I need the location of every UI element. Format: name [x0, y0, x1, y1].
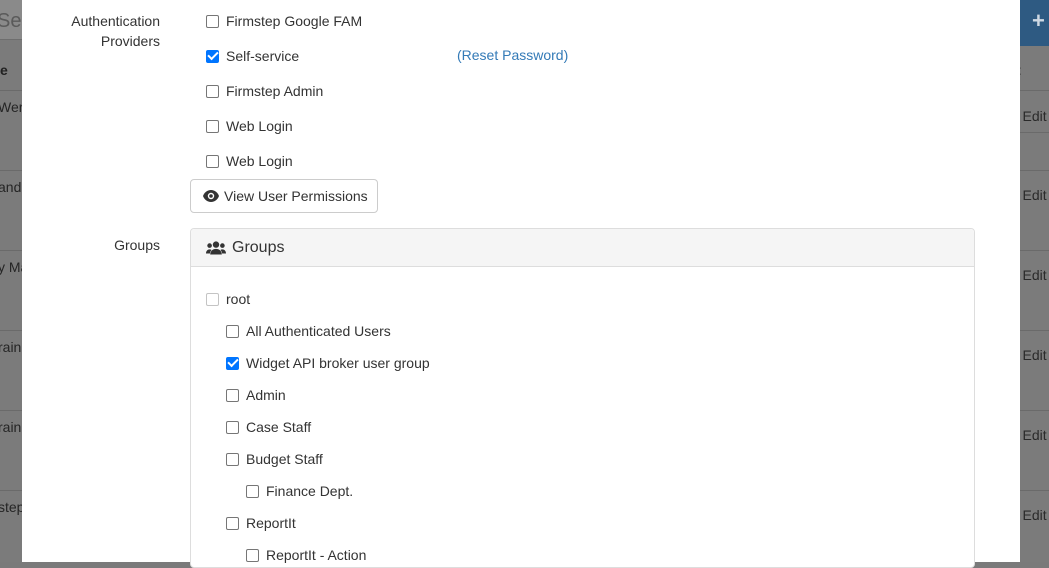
background-row-divider — [1020, 90, 1049, 91]
background-row-divider — [1020, 170, 1049, 171]
background-row-divider — [0, 410, 22, 411]
group-reportit-action[interactable]: ReportIt - Action — [246, 545, 366, 565]
group-root[interactable]: root — [206, 289, 250, 309]
provider-checkbox[interactable] — [206, 84, 219, 98]
background-row-divider — [0, 490, 22, 491]
background-row-divider — [1020, 490, 1049, 491]
background-row-divider — [0, 90, 22, 91]
group-checkbox[interactable] — [226, 420, 239, 434]
provider-firmstep-admin[interactable]: Firmstep Admin — [206, 81, 323, 101]
groups-panel-header: Groups — [191, 229, 974, 267]
group-checkbox[interactable] — [226, 516, 239, 530]
background-row-divider — [1020, 410, 1049, 411]
background-edit-link: ′ Edit — [1016, 108, 1047, 124]
reset-password-link[interactable]: (Reset Password) — [457, 47, 568, 63]
authentication-providers-label: Authentication Providers — [71, 13, 160, 49]
group-widget-api-broker[interactable]: Widget API broker user group — [226, 353, 430, 373]
provider-self-service[interactable]: Self-service — [206, 46, 299, 66]
background-cell: rain — [0, 419, 22, 435]
provider-checkbox[interactable] — [206, 49, 219, 63]
group-checkbox[interactable] — [226, 452, 239, 466]
background-edit-link: ′ Edit — [1016, 267, 1047, 283]
eye-icon — [203, 190, 219, 202]
group-admin[interactable]: Admin — [226, 385, 286, 405]
background-edit-link: ′ Edit — [1016, 507, 1047, 523]
background-edit-link: ′ Edit — [1016, 187, 1047, 203]
group-checkbox[interactable] — [226, 388, 239, 402]
provider-web-login[interactable]: Web Login — [206, 116, 293, 136]
group-checkbox[interactable] — [226, 324, 239, 338]
edit-user-modal: Authentication Providers Firmstep Google… — [22, 0, 1020, 568]
background-row-divider — [0, 330, 22, 331]
group-finance-dept[interactable]: Finance Dept. — [246, 481, 353, 501]
group-checkbox[interactable] — [206, 292, 219, 306]
provider-checkbox[interactable] — [206, 154, 219, 168]
background-edit-link: ′ Edit — [1016, 347, 1047, 363]
background-left-column — [0, 40, 22, 562]
view-user-permissions-button[interactable]: View User Permissions — [190, 179, 378, 213]
background-search-input: Sea — [0, 0, 33, 40]
background-row-divider — [1020, 330, 1049, 331]
background-edit-link: ′ Edit — [1016, 427, 1047, 443]
group-checkbox[interactable] — [226, 356, 239, 370]
group-reportit[interactable]: ReportIt — [226, 513, 296, 533]
background-row-divider — [1020, 250, 1049, 251]
provider-checkbox[interactable] — [206, 14, 219, 28]
group-all-authenticated-users[interactable]: All Authenticated Users — [226, 321, 391, 341]
background-row-divider — [0, 170, 22, 171]
background-add-button: + — [1020, 0, 1049, 46]
background-cell: step — [0, 499, 25, 515]
background-row-divider — [1020, 132, 1049, 133]
provider-checkbox[interactable] — [206, 119, 219, 133]
background-cell: Wer — [0, 99, 24, 115]
groups-panel: Groups — [190, 228, 975, 568]
users-icon — [206, 240, 226, 254]
group-checkbox[interactable] — [246, 548, 259, 562]
group-checkbox[interactable] — [246, 484, 259, 498]
background-column-header: e — [0, 62, 8, 78]
groups-label: Groups — [114, 237, 160, 253]
groups-panel-title: Groups — [232, 238, 285, 256]
background-cell: rain — [0, 339, 22, 355]
provider-firmstep-google-fam[interactable]: Firmstep Google FAM — [206, 11, 362, 31]
group-budget-staff[interactable]: Budget Staff — [226, 449, 323, 469]
provider-web-login-2[interactable]: Web Login — [206, 151, 293, 171]
background-row-divider — [0, 250, 22, 251]
group-case-staff[interactable]: Case Staff — [226, 417, 311, 437]
